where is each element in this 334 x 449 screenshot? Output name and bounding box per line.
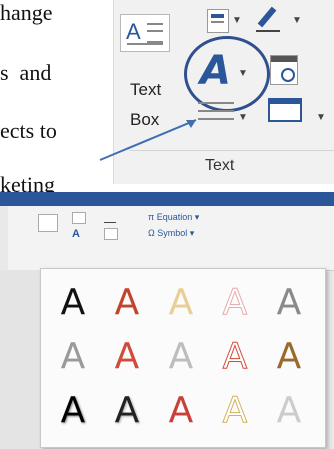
wordart-style-option[interactable]: A bbox=[265, 279, 313, 327]
wordart-style-option[interactable]: A bbox=[157, 279, 205, 327]
wordart-style-option[interactable]: A bbox=[49, 279, 97, 327]
annotation-arrow bbox=[99, 119, 197, 161]
inset-ribbon: A π Equation ▾ Ω Symbol ▾ bbox=[8, 206, 334, 271]
quick-parts-icon[interactable] bbox=[72, 212, 86, 224]
date-time-icon[interactable] bbox=[104, 228, 118, 240]
signature-line-icon[interactable] bbox=[104, 212, 116, 223]
wordart-style-option[interactable]: A bbox=[211, 387, 259, 435]
wordart-style-option[interactable]: A bbox=[103, 279, 151, 327]
wordart-style-option[interactable]: A bbox=[157, 333, 205, 381]
wordart-style-option[interactable]: A bbox=[211, 333, 259, 381]
title-bar bbox=[0, 192, 334, 206]
text-box-icon[interactable] bbox=[38, 214, 58, 232]
wordart-style-option[interactable]: A bbox=[157, 387, 205, 435]
wordart-style-option[interactable]: A bbox=[265, 387, 313, 435]
wordart-icon[interactable]: A bbox=[72, 228, 80, 240]
wordart-style-option[interactable]: A bbox=[211, 279, 259, 327]
wordart-style-option[interactable]: A bbox=[103, 387, 151, 435]
wordart-style-option[interactable]: A bbox=[265, 333, 313, 381]
wordart-gallery: A A A A A A A A A A A A A A A bbox=[40, 268, 326, 448]
equation-button[interactable]: π Equation ▾ bbox=[148, 212, 199, 223]
wordart-style-option[interactable]: A bbox=[49, 387, 97, 435]
symbol-button[interactable]: Ω Symbol ▾ bbox=[148, 228, 194, 239]
wordart-style-option[interactable]: A bbox=[103, 333, 151, 381]
wordart-style-option[interactable]: A bbox=[49, 333, 97, 381]
inset-page-edge bbox=[0, 270, 40, 449]
